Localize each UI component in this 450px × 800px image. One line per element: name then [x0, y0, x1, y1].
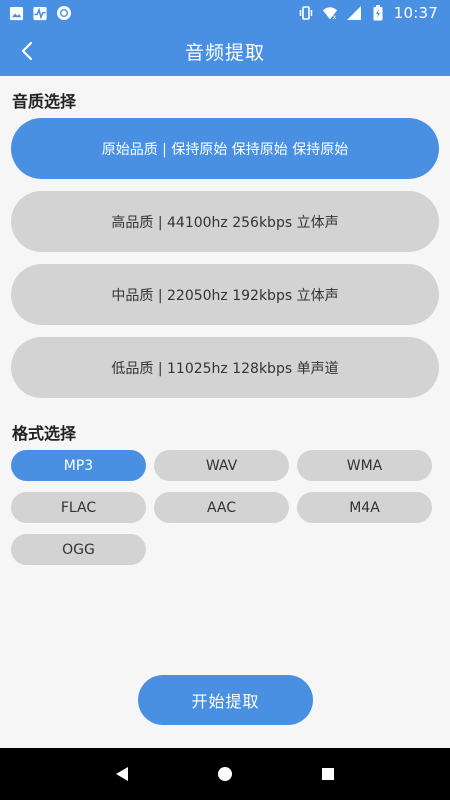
image-icon	[8, 5, 24, 21]
format-chip-mp3[interactable]: MP3	[11, 450, 146, 481]
vibrate-icon	[298, 5, 314, 21]
format-chip-wma[interactable]: WMA	[297, 450, 432, 481]
nav-recents-button[interactable]	[308, 754, 348, 794]
svg-text:x: x	[332, 14, 336, 21]
chevron-left-icon	[21, 41, 33, 61]
status-bar-left	[8, 5, 72, 21]
format-section-title: 格式选择	[12, 424, 77, 443]
quality-option-low[interactable]: 低品质 | 11025hz 128kbps 单声道	[11, 337, 439, 398]
start-extract-button[interactable]: 开始提取	[138, 675, 313, 725]
activity-icon	[32, 5, 48, 21]
format-chip-flac[interactable]: FLAC	[11, 492, 146, 523]
quality-option-list: 原始品质 | 保持原始 保持原始 保持原始 高品质 | 44100hz 256k…	[11, 118, 439, 410]
format-chip-aac[interactable]: AAC	[154, 492, 289, 523]
format-chip-wav[interactable]: WAV	[154, 450, 289, 481]
format-chip-ogg[interactable]: OGG	[11, 534, 146, 565]
system-nav-bar	[0, 748, 450, 800]
battery-icon	[370, 5, 386, 21]
record-icon	[56, 5, 72, 21]
quality-section-title: 音质选择	[12, 92, 77, 111]
quality-option-high[interactable]: 高品质 | 44100hz 256kbps 立体声	[11, 191, 439, 252]
quality-option-medium[interactable]: 中品质 | 22050hz 192kbps 立体声	[11, 264, 439, 325]
nav-back-button[interactable]	[102, 754, 142, 794]
nav-home-button[interactable]	[205, 754, 245, 794]
status-bar-right: x 10:37	[298, 4, 438, 22]
format-option-grid: MP3 WAV WMA FLAC AAC M4A OGG	[11, 450, 435, 565]
square-recents-icon	[322, 768, 335, 780]
app-bar: 音频提取	[0, 26, 450, 76]
status-bar: x 10:37	[0, 0, 450, 26]
status-time: 10:37	[393, 4, 438, 22]
signal-icon	[346, 5, 362, 21]
page-title: 音频提取	[184, 41, 265, 64]
format-chip-m4a[interactable]: M4A	[297, 492, 432, 523]
back-button[interactable]	[10, 34, 44, 68]
wifi-icon: x	[322, 5, 338, 21]
circle-home-icon	[217, 767, 232, 781]
triangle-back-icon	[115, 767, 128, 781]
quality-option-original[interactable]: 原始品质 | 保持原始 保持原始 保持原始	[11, 118, 439, 179]
